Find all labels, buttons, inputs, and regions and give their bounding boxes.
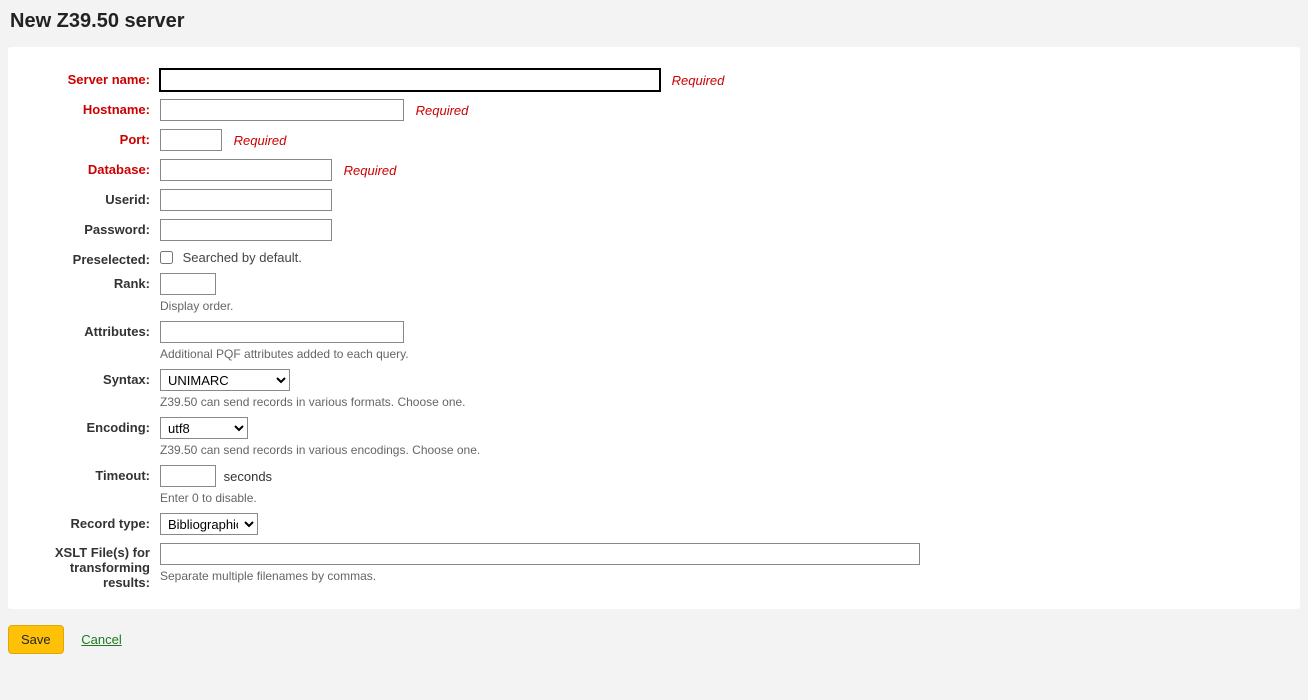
server-name-input[interactable] [160, 69, 660, 91]
hostname-input[interactable] [160, 99, 404, 121]
preselected-checkbox[interactable] [160, 251, 173, 264]
hostname-required: Required [416, 103, 469, 118]
timeout-label: Timeout: [32, 465, 150, 483]
cancel-link[interactable]: Cancel [81, 632, 121, 647]
attributes-label: Attributes: [32, 321, 150, 339]
preselected-label: Preselected: [32, 249, 150, 267]
rank-label: Rank: [32, 273, 150, 291]
form-actions: Save Cancel [8, 623, 1300, 654]
database-required: Required [344, 163, 397, 178]
userid-input[interactable] [160, 189, 332, 211]
preselected-checkbox-label: Searched by default. [183, 250, 302, 265]
record-type-select[interactable]: Bibliographic [160, 513, 258, 535]
timeout-suffix: seconds [224, 469, 272, 484]
save-button[interactable]: Save [8, 625, 64, 654]
page-title: New Z39.50 server [10, 10, 1300, 33]
password-label: Password: [32, 219, 150, 237]
hostname-label: Hostname: [32, 99, 150, 117]
rank-input[interactable] [160, 273, 216, 295]
syntax-select[interactable]: UNIMARC [160, 369, 290, 391]
record-type-label: Record type: [32, 513, 150, 531]
syntax-label: Syntax: [32, 369, 150, 387]
port-required: Required [234, 133, 287, 148]
server-name-required: Required [672, 73, 725, 88]
port-input[interactable] [160, 129, 222, 151]
form-card: Server name: Required Hostname: Required… [8, 47, 1300, 609]
database-input[interactable] [160, 159, 332, 181]
userid-label: Userid: [32, 189, 150, 207]
attributes-input[interactable] [160, 321, 404, 343]
server-name-label: Server name: [32, 69, 150, 87]
xslt-hint: Separate multiple filenames by commas. [160, 569, 1276, 583]
xslt-label: XSLT File(s) for transforming results: [32, 543, 150, 591]
encoding-label: Encoding: [32, 417, 150, 435]
xslt-input[interactable] [160, 543, 920, 565]
password-input[interactable] [160, 219, 332, 241]
encoding-select[interactable]: utf8 [160, 417, 248, 439]
timeout-input[interactable] [160, 465, 216, 487]
syntax-hint: Z39.50 can send records in various forma… [160, 395, 1276, 409]
encoding-hint: Z39.50 can send records in various encod… [160, 443, 1276, 457]
timeout-hint: Enter 0 to disable. [160, 491, 1276, 505]
attributes-hint: Additional PQF attributes added to each … [160, 347, 1276, 361]
port-label: Port: [32, 129, 150, 147]
rank-hint: Display order. [160, 299, 1276, 313]
database-label: Database: [32, 159, 150, 177]
